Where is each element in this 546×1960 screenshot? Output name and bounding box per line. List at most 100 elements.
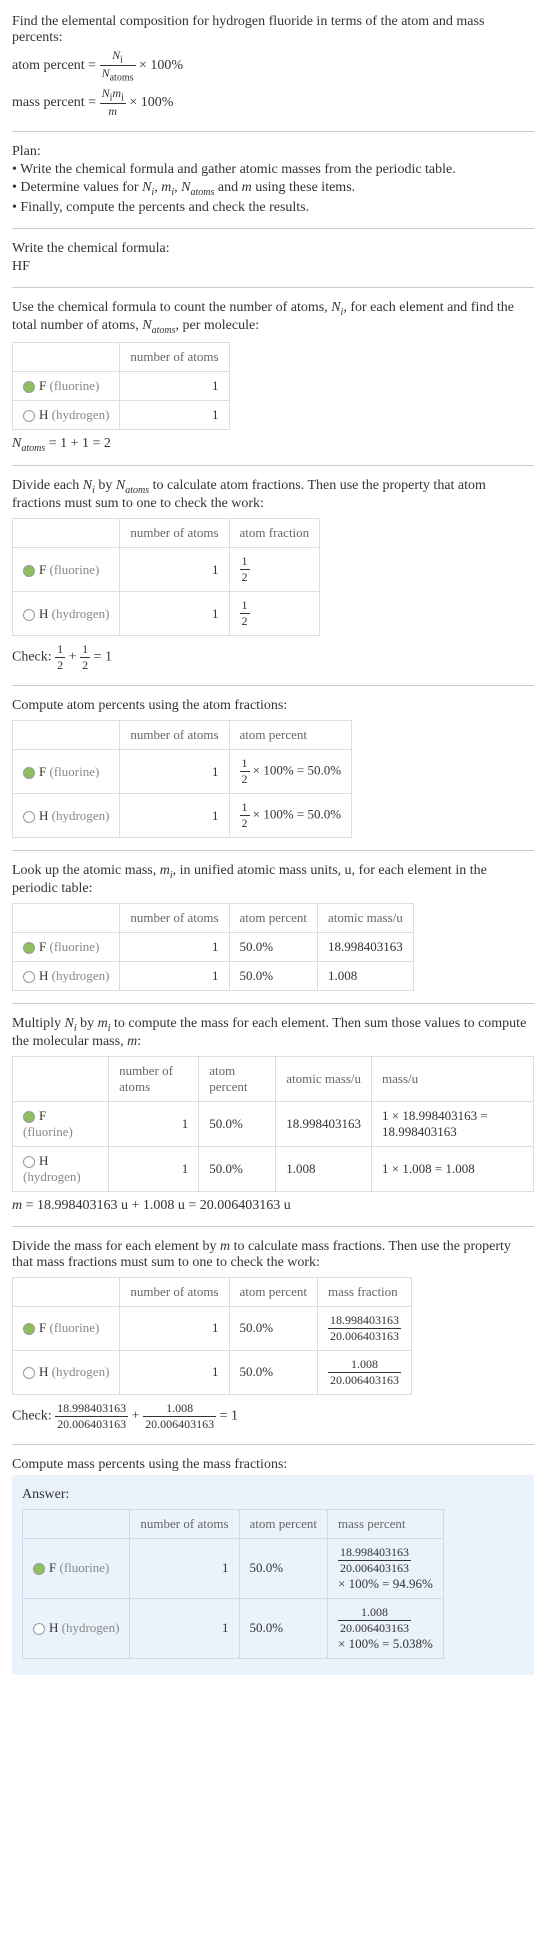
atoms-value: 1 [120,400,229,429]
element-name: (fluorine) [49,562,99,577]
var-m: m [242,180,252,195]
element-cell: F (fluorine) [13,1306,120,1350]
element-symbol: H [39,1153,48,1168]
mass-value: 1 × 18.998403163 = 18.998403163 [372,1101,534,1146]
col-element [13,519,120,548]
col-mass-percent: mass percent [328,1509,444,1538]
denominator: 2 [80,658,90,673]
denominator: 20.006403163 [55,1417,128,1432]
atomic-mass-table: number of atoms atom percent atomic mass… [12,903,414,991]
table-header: number of atoms atom fraction [13,519,320,548]
answer-label: Answer: [22,1487,524,1503]
divider [12,131,534,132]
divider [12,465,534,466]
plan-title: Plan: [12,144,534,160]
divider [12,850,534,851]
denominator: 2 [55,658,65,673]
answer-box: Answer: number of atoms atom percent mas… [12,1475,534,1675]
table-row: H (hydrogen) 1 50.0% 1.00820.006403163 ×… [23,1598,444,1658]
fraction: Nimi m [100,86,126,119]
atom-percents-section: Compute atom percents using the atom fra… [12,698,534,838]
mass-percent-label: mass percent = [12,95,100,110]
text: Divide each [12,478,83,493]
col-number-atoms: number of atoms [130,1509,239,1538]
var-natoms: Natoms [181,180,214,195]
atomic-mass-text: Look up the atomic mass, mi, in unified … [12,863,534,897]
plan-bullet-3: • Finally, compute the percents and chec… [12,200,534,216]
numerator: 1.008 [143,1401,216,1417]
col-mass-fraction: mass fraction [318,1277,412,1306]
text: Multiply [12,1016,65,1031]
col-number-atoms: number of atoms [109,1056,199,1101]
col-number-atoms: number of atoms [120,519,229,548]
element-cell: H (hydrogen) [13,961,120,990]
col-atom-percent: atom percent [199,1056,276,1101]
mass-value: 18.998403163 [318,932,414,961]
fraction-value: 12 [229,592,320,636]
element-name: (hydrogen) [52,808,110,823]
numerator: 1.008 [328,1357,401,1373]
element-cell: F (fluorine) [13,932,120,961]
var-natoms: Natoms [116,478,149,493]
element-name: (hydrogen) [62,1620,120,1635]
table-row: F (fluorine) 1 12 [13,548,320,592]
element-swatch-icon [23,942,35,954]
element-symbol: H [49,1620,58,1635]
divider [12,1444,534,1445]
var-mi: mi [161,180,174,195]
element-name: (hydrogen) [52,407,110,422]
table-row: F (fluorine) 1 [13,371,230,400]
element-cell: H (hydrogen) [23,1598,130,1658]
table-row: F (fluorine) 1 50.0% 18.998403163 1 × 18… [13,1101,534,1146]
numerator: 1 [55,642,65,658]
element-symbol: H [39,808,48,823]
col-atomic-mass: atomic mass/u [318,903,414,932]
element-symbol: F [39,939,46,954]
var-ni: Ni [83,478,95,493]
check-label: Check: [12,1408,55,1423]
element-cell: H (hydrogen) [13,794,120,838]
percent-value: 50.0% [239,1598,328,1658]
table-header: number of atoms [13,342,230,371]
element-cell: H (hydrogen) [13,1146,109,1191]
write-formula-section: Write the chemical formula: HF [12,241,534,275]
element-swatch-icon [23,565,35,577]
denominator: 2 [240,614,250,629]
molecular-mass-text: Multiply Ni by mi to compute the mass fo… [12,1016,534,1050]
numerator: 1 [240,598,250,614]
numerator: 1 [80,642,90,658]
element-name: (hydrogen) [52,968,110,983]
element-name: (fluorine) [49,1320,99,1335]
element-swatch-icon [23,971,35,983]
atoms-value: 1 [109,1101,199,1146]
text: : [137,1034,141,1049]
atomic-mass-value: 1.008 [276,1146,372,1191]
atoms-value: 1 [109,1146,199,1191]
element-swatch-icon [23,609,35,621]
denominator: 20.006403163 [328,1373,401,1388]
equals-one: = 1 [94,650,112,665]
atoms-value: 1 [120,750,229,794]
element-swatch-icon [23,1367,35,1379]
element-swatch-icon [23,1156,35,1168]
check-label: Check: [12,650,55,665]
element-symbol: H [39,606,48,621]
element-symbol: F [39,562,46,577]
col-mass: mass/u [372,1056,534,1101]
table-header: number of atoms atom percent atomic mass… [13,903,414,932]
table-header: number of atoms atom percent mass percen… [23,1509,444,1538]
atoms-value: 1 [120,961,229,990]
var-ni: Ni [142,180,154,195]
col-atom-fraction: atom fraction [229,519,320,548]
mass-percent-value: 18.99840316320.006403163 × 100% = 94.96% [328,1538,444,1598]
numerator: 18.998403163 [338,1545,411,1561]
divider [12,228,534,229]
atom-percents-table: number of atoms atom percent F (fluorine… [12,720,352,838]
element-cell: F (fluorine) [13,750,120,794]
table-header: number of atoms atom percent mass fracti… [13,1277,412,1306]
col-atom-percent: atom percent [229,721,352,750]
equation: = 18.998403163 u + 1.008 u = 20.00640316… [22,1198,291,1213]
element-name: (fluorine) [59,1560,109,1575]
numerator: 18.998403163 [55,1401,128,1417]
col-number-atoms: number of atoms [120,721,229,750]
